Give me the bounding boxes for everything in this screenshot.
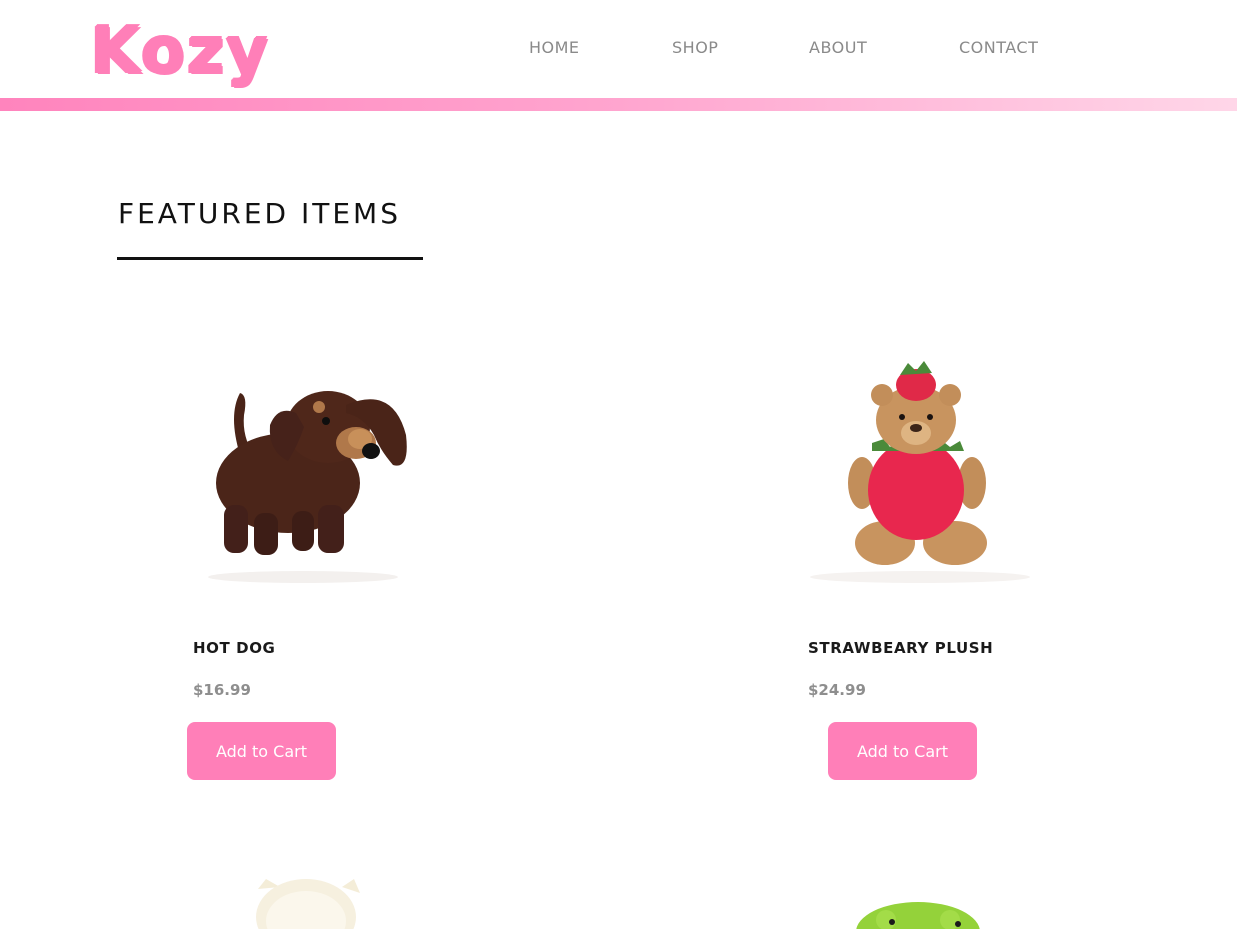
nav-home[interactable]: HOME bbox=[529, 38, 580, 62]
dog-nose bbox=[362, 443, 380, 459]
bear-eye bbox=[899, 414, 905, 420]
header-divider bbox=[0, 98, 1237, 111]
frog-head bbox=[856, 902, 980, 929]
bear-ear bbox=[871, 384, 893, 406]
strawberry-body bbox=[868, 440, 964, 540]
plush-ear bbox=[342, 879, 360, 893]
product-image-frog-plush[interactable] bbox=[848, 898, 988, 929]
product-image-cream-plush[interactable] bbox=[250, 875, 370, 929]
frog-eye bbox=[955, 921, 961, 927]
bear-nose bbox=[910, 424, 922, 432]
bear-eye bbox=[927, 414, 933, 420]
nav-shop[interactable]: SHOP bbox=[672, 38, 718, 62]
dog-brow bbox=[313, 401, 325, 413]
add-to-cart-button[interactable]: Add to Cart bbox=[187, 722, 336, 780]
product-price: $24.99 bbox=[808, 681, 866, 699]
heading-underline bbox=[117, 257, 423, 260]
featured-items-heading: FEATURED ITEMS bbox=[118, 197, 401, 230]
site-logo[interactable]: Kozy bbox=[90, 8, 269, 94]
product-price: $16.99 bbox=[193, 681, 251, 699]
dog-leg bbox=[318, 505, 344, 553]
add-to-cart-button[interactable]: Add to Cart bbox=[828, 722, 977, 780]
frog-eye bbox=[889, 919, 895, 925]
shadow bbox=[810, 571, 1030, 583]
nav-about[interactable]: ABOUT bbox=[809, 38, 867, 62]
hat-leaves bbox=[900, 361, 932, 375]
bear-ear bbox=[939, 384, 961, 406]
dog-leg bbox=[254, 513, 278, 555]
dog-eye bbox=[322, 417, 330, 425]
dog-leg bbox=[292, 511, 314, 551]
dog-leg bbox=[224, 505, 248, 553]
shadow bbox=[208, 571, 398, 583]
product-name: STRAWBEARY PLUSH bbox=[808, 639, 994, 657]
product-name: HOT DOG bbox=[193, 639, 276, 657]
product-image-strawbeary-plush[interactable] bbox=[800, 355, 1040, 585]
product-image-hot-dog[interactable] bbox=[188, 355, 418, 585]
nav-contact[interactable]: CONTACT bbox=[959, 38, 1038, 62]
site-header: Kozy HOME SHOP ABOUT CONTACT bbox=[0, 0, 1237, 98]
